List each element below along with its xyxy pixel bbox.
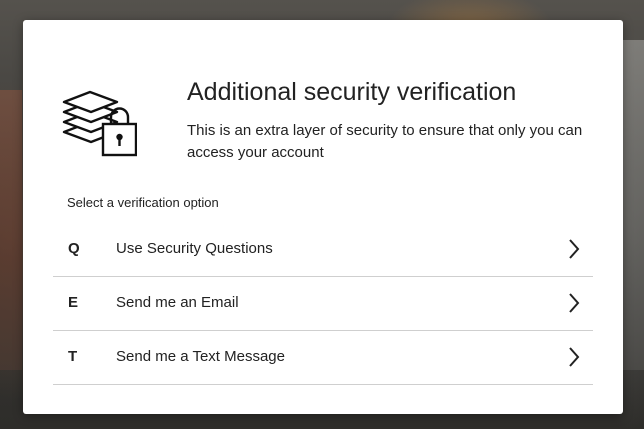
chevron-right-icon bbox=[569, 293, 580, 313]
option-label: Send me an Email bbox=[116, 294, 239, 311]
background-building-left bbox=[0, 90, 22, 370]
option-label: Use Security Questions bbox=[116, 240, 273, 257]
option-text-message[interactable]: T Send me a Text Message bbox=[53, 331, 593, 385]
stacked-layers-padlock-icon bbox=[62, 90, 137, 157]
background-building-right bbox=[623, 40, 644, 370]
page-subtitle: This is an extra layer of security to en… bbox=[187, 122, 583, 161]
option-label: Send me a Text Message bbox=[116, 348, 285, 365]
option-email[interactable]: E Send me an Email bbox=[53, 277, 593, 331]
verification-dialog: Additional security verification This is… bbox=[23, 20, 623, 414]
chevron-right-icon bbox=[569, 239, 580, 259]
option-security-questions[interactable]: Q Use Security Questions bbox=[53, 223, 593, 277]
option-shortcut-key: T bbox=[68, 348, 78, 365]
verification-options-list: Q Use Security Questions E Send me an Em… bbox=[53, 223, 593, 385]
page-title: Additional security verification bbox=[187, 78, 517, 106]
option-shortcut-key: E bbox=[68, 294, 79, 311]
chevron-right-icon bbox=[569, 347, 580, 367]
option-shortcut-key: Q bbox=[68, 240, 80, 257]
verification-prompt: Select a verification option bbox=[67, 195, 219, 210]
